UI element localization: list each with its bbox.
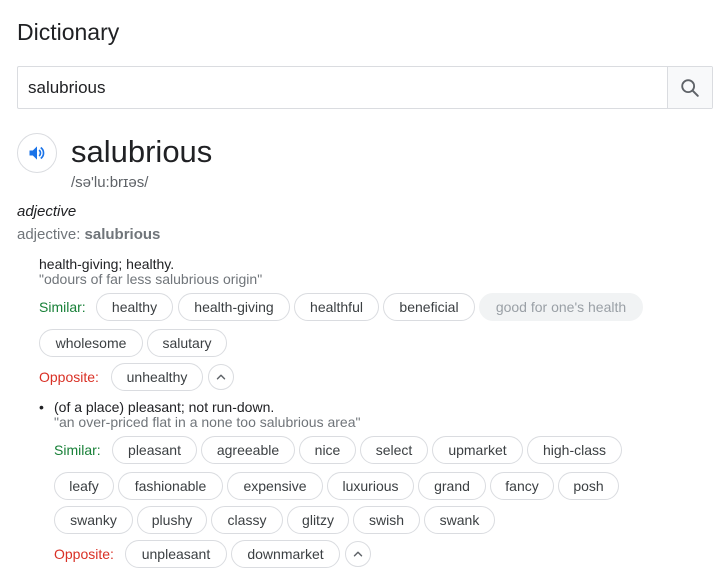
similar-chip[interactable]: swank xyxy=(424,506,495,534)
part-of-speech: adjective xyxy=(17,203,77,220)
pronounce-button[interactable] xyxy=(17,133,57,173)
sense-bullet: • xyxy=(39,399,44,415)
similar-label-1: Similar: xyxy=(39,299,86,315)
chevron-up-icon xyxy=(216,374,226,380)
page-title: Dictionary xyxy=(17,19,120,45)
chevron-up-icon xyxy=(353,551,363,557)
similar-chip[interactable]: fancy xyxy=(490,472,554,500)
similar-chip[interactable]: salutary xyxy=(147,329,227,357)
word-form-word: salubrious xyxy=(84,226,161,243)
opposite-chip[interactable]: downmarket xyxy=(231,540,340,568)
similar-chip[interactable]: luxurious xyxy=(327,472,414,500)
phonetic: /sə'lu:brɪəs/ xyxy=(71,174,149,191)
similar-chip[interactable]: beneficial xyxy=(383,293,475,321)
similar-chip[interactable]: classy xyxy=(211,506,283,534)
opposite-chip[interactable]: unpleasant xyxy=(125,540,227,568)
similar-chip[interactable]: grand xyxy=(418,472,486,500)
search-input[interactable] xyxy=(18,67,668,108)
search-button[interactable] xyxy=(667,67,712,108)
similar-chip[interactable]: health-giving xyxy=(178,293,290,321)
definition-2: (of a place) pleasant; not run-down. xyxy=(54,399,275,415)
collapse-button[interactable] xyxy=(345,541,371,567)
similar-chip[interactable]: pleasant xyxy=(112,436,197,464)
similar-chip[interactable]: glitzy xyxy=(287,506,349,534)
similar-chip[interactable]: upmarket xyxy=(432,436,523,464)
opposite-label-1: Opposite: xyxy=(39,369,99,385)
word-form: adjective: salubrious xyxy=(17,226,160,243)
similar-chip[interactable]: leafy xyxy=(54,472,114,500)
collapse-button[interactable] xyxy=(208,364,234,390)
similar-chip[interactable]: fashionable xyxy=(118,472,223,500)
similar-chip[interactable]: healthful xyxy=(294,293,379,321)
speaker-icon xyxy=(29,146,45,160)
similar-chip[interactable]: select xyxy=(360,436,428,464)
example-1: "odours of far less salubrious origin" xyxy=(39,271,263,287)
similar-chip[interactable]: high-class xyxy=(527,436,622,464)
opposite-label-2: Opposite: xyxy=(54,546,114,562)
definition-1: health-giving; healthy. xyxy=(39,256,175,272)
similar-chip[interactable]: good for one's health xyxy=(479,293,643,321)
similar-chip[interactable]: plushy xyxy=(137,506,207,534)
headword: salubrious xyxy=(71,134,213,169)
search-box xyxy=(17,66,713,109)
similar-chip[interactable]: swish xyxy=(353,506,420,534)
similar-chip[interactable]: agreeable xyxy=(201,436,295,464)
similar-chip[interactable]: nice xyxy=(299,436,356,464)
similar-chip[interactable]: healthy xyxy=(96,293,173,321)
similar-chip[interactable]: expensive xyxy=(227,472,323,500)
search-icon xyxy=(681,78,699,97)
similar-chip[interactable]: swanky xyxy=(54,506,133,534)
opposite-chip[interactable]: unhealthy xyxy=(111,363,203,391)
similar-chip[interactable]: wholesome xyxy=(39,329,143,357)
example-2: "an over-priced flat in a none too salub… xyxy=(54,414,361,430)
similar-label-2: Similar: xyxy=(54,442,101,458)
similar-chip[interactable]: posh xyxy=(558,472,619,500)
word-form-label: adjective: xyxy=(17,226,81,243)
